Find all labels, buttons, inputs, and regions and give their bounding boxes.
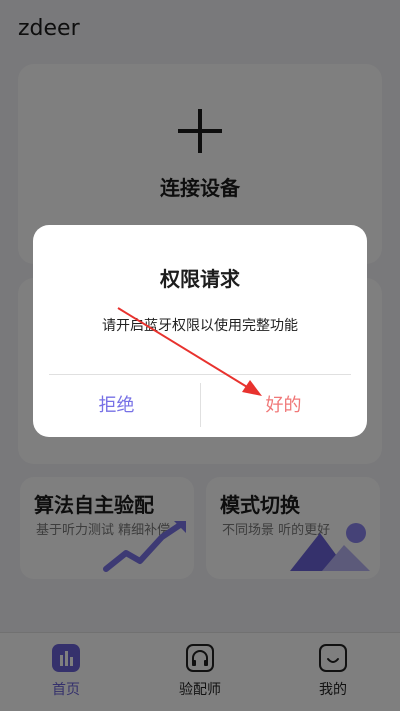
dialog-message: 请开启蓝牙权限以使用完整功能: [102, 318, 298, 334]
deny-button[interactable]: 拒绝: [33, 375, 200, 437]
ok-button[interactable]: 好的: [200, 375, 367, 437]
permission-dialog: 权限请求 请开启蓝牙权限以使用完整功能 拒绝 好的: [33, 225, 367, 437]
dialog-title: 权限请求: [160, 267, 240, 291]
